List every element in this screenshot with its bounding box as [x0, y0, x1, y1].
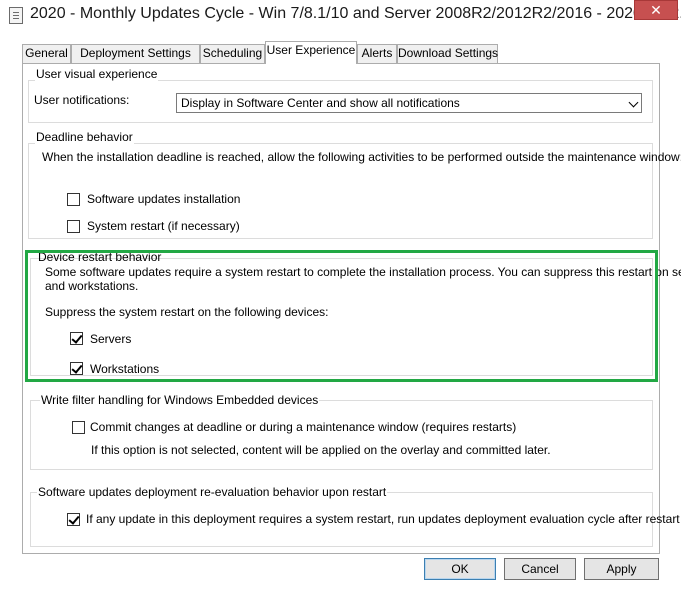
commit-changes-checkbox[interactable] — [72, 421, 85, 434]
apply-button[interactable]: Apply — [584, 558, 659, 580]
device-restart-highlight — [25, 250, 658, 382]
user-notifications-dropdown[interactable]: Display in Software Center and show all … — [176, 93, 642, 113]
tab-deployment-settings[interactable]: Deployment Settings — [71, 44, 200, 63]
write-filter-note: If this option is not selected, content … — [91, 443, 551, 457]
reevaluation-checkbox[interactable] — [67, 513, 80, 526]
cancel-button[interactable]: Cancel — [504, 558, 576, 580]
group-title-user-visual: User visual experience — [35, 67, 159, 81]
document-icon — [9, 7, 23, 24]
group-title-write-filter: Write filter handling for Windows Embedd… — [40, 393, 320, 407]
window-title: 2020 - Monthly Updates Cycle - Win 7/8.1… — [30, 5, 681, 22]
ok-button[interactable]: OK — [424, 558, 496, 580]
tab-user-experience[interactable]: User Experience — [265, 41, 357, 64]
software-updates-installation-label: Software updates installation — [87, 192, 241, 206]
tab-general[interactable]: General — [22, 44, 71, 63]
title-bar[interactable]: 2020 - Monthly Updates Cycle - Win 7/8.1… — [0, 0, 681, 32]
user-notifications-value: Display in Software Center and show all … — [181, 96, 460, 110]
deadline-description: When the installation deadline is reache… — [42, 150, 681, 164]
software-updates-installation-checkbox[interactable] — [67, 193, 80, 206]
tab-alerts[interactable]: Alerts — [357, 44, 397, 63]
tab-scheduling[interactable]: Scheduling — [200, 44, 265, 63]
user-notifications-label: User notifications: — [34, 93, 130, 107]
chevron-down-icon — [628, 97, 639, 108]
tab-download-settings[interactable]: Download Settings — [397, 44, 498, 63]
reevaluation-label: If any update in this deployment require… — [86, 512, 680, 526]
group-title-reevaluation: Software updates deployment re-evaluatio… — [37, 485, 388, 499]
group-write-filter — [30, 400, 653, 470]
system-restart-checkbox[interactable] — [67, 220, 80, 233]
deployment-properties-dialog: 2020 - Monthly Updates Cycle - Win 7/8.1… — [0, 0, 681, 601]
group-title-deadline: Deadline behavior — [35, 130, 134, 144]
close-button[interactable]: ✕ — [634, 0, 678, 20]
system-restart-label: System restart (if necessary) — [87, 219, 240, 233]
commit-changes-label: Commit changes at deadline or during a m… — [90, 420, 517, 434]
